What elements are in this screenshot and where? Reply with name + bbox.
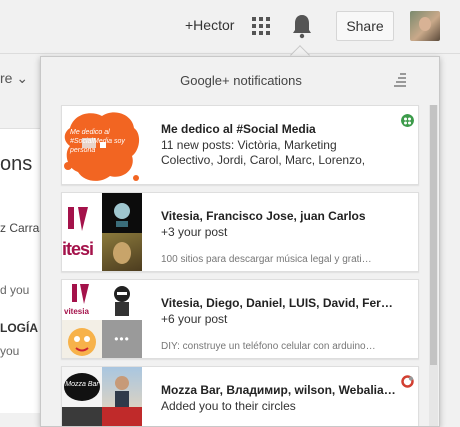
top-bar: +Hector Share [0,0,460,54]
notifications-panel: Google+ notifications Me dedico al #Soci… [40,56,440,427]
cartoon-profile-image [102,280,142,320]
mozza-bar-logo-image: Mozza Bar [62,367,102,407]
background-text: d you [0,283,30,297]
more-profiles-tile: ••• [102,320,142,358]
notification-text: +3 your post [161,225,228,239]
thumbnail-logo: itesi [62,239,94,259]
thumbnail-text: Mozza Bar [65,381,99,388]
person-profile-image [102,367,142,407]
circles-icon [401,375,414,388]
background-label: LOGÍA [0,321,38,335]
vitesia-logo-image: vitesia [62,280,102,320]
dark-profile-image [102,193,142,233]
notification-snippet: DIY: construye un teléfono celular con a… [161,341,376,352]
scrollbar-thumb[interactable] [430,105,437,365]
scrollbar[interactable] [429,105,438,426]
notification-text: +6 your post [161,312,228,326]
person-profile-image [62,407,102,426]
notification-text: 11 new posts: Victòria, Marketing [161,138,337,152]
notifications-bell-icon[interactable] [290,13,314,39]
notification-title: Me dedico al #Social Media [161,122,316,136]
notification-title: Mozza Bar, Владимир, wilson, Webalia,… [161,383,399,397]
notification-title: Vitesia, Diego, Daniel, LUIS, David, Fer… [161,296,399,310]
thumbnail-text: Me dedico al #SocialMedia soy persona [70,129,125,154]
avatar[interactable] [410,11,440,41]
webalia-logo-image [102,407,142,426]
notification-item[interactable]: itesi Vitesia, Francisco Jose, juan Carl… [61,192,419,272]
notification-settings-icon[interactable] [392,72,406,88]
collage-thumbnail: itesi [62,193,142,271]
collage-thumbnail: Mozza Bar [62,367,142,426]
user-profile-link[interactable]: +Hector [185,17,234,33]
notification-item[interactable]: Me dedico al #SocialMedia soy persona Me… [61,105,419,185]
notification-text: Colectivo, Jordi, Carol, Marc, Lorenzo, [161,153,366,167]
background-name: z Carras [0,221,46,235]
vitesia-logo-image: itesi [62,193,102,271]
collage-thumbnail: vitesia ••• [62,280,142,358]
background-heading: ons [0,153,33,175]
more-indicator: ••• [114,332,130,346]
notification-snippet: 100 sitios para descargar música legal y… [161,254,372,265]
notification-item[interactable]: Mozza Bar Mozza Bar, Владимир, wilson, W… [61,366,419,426]
stream-filter-dropdown[interactable]: re ⌄ [0,70,28,87]
thumbnail-logo: vitesia [64,307,89,316]
notification-title: Vitesia, Francisco Jose, juan Carlos [161,209,366,223]
panel-title: Google+ notifications [180,73,302,88]
apps-grid-icon[interactable] [252,17,270,35]
notification-text: Added you to their circles [161,399,296,413]
community-icon [401,114,414,127]
notification-item[interactable]: vitesia ••• Vitesia, Diego, Daniel, LUIS… [61,279,419,359]
share-button[interactable]: Share [336,11,394,41]
cartoon-face-image [62,320,102,358]
community-thumbnail: Me dedico al #SocialMedia soy persona [62,106,142,184]
background-text: you [0,344,20,358]
person-profile-image [102,233,142,271]
